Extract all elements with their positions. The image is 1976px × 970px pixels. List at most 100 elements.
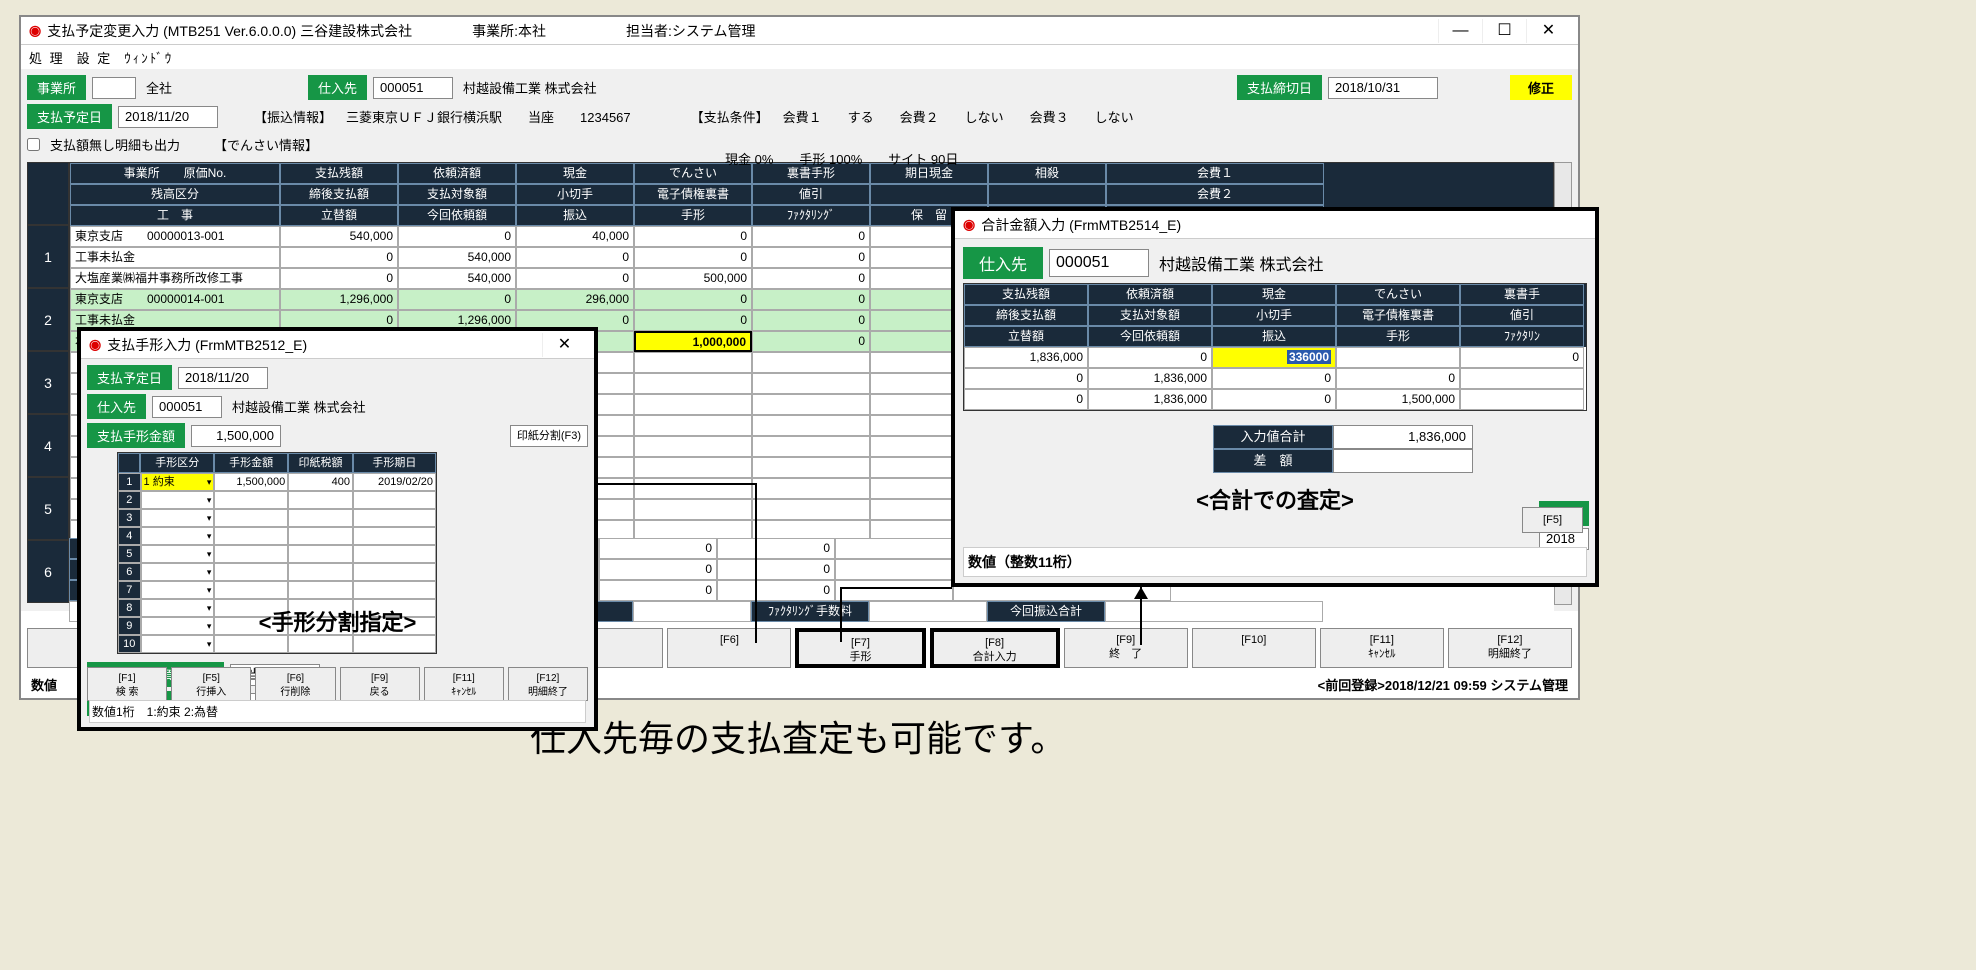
pop1-cell[interactable] xyxy=(353,581,436,599)
pop1-fkey[interactable]: [F1]検 索 xyxy=(87,667,167,701)
deadline-field[interactable]: 2018/10/31 xyxy=(1328,77,1438,99)
pop1-cell[interactable] xyxy=(141,581,215,599)
grid-cell[interactable]: 大塩産業㈱福井事務所改修工事 xyxy=(70,268,280,289)
grid-cell[interactable] xyxy=(634,478,752,499)
fkey-button[interactable]: [F12]明細終了 xyxy=(1448,628,1572,668)
maximize-button[interactable]: ☐ xyxy=(1482,19,1526,43)
pop1-cell[interactable] xyxy=(141,527,215,545)
pop1-cell[interactable]: 1 約束 xyxy=(141,473,215,491)
grid-cell[interactable]: 1,000,000 xyxy=(634,331,752,352)
grid-cell[interactable] xyxy=(634,373,752,394)
pop1-cell[interactable] xyxy=(288,581,353,599)
grid-cell[interactable]: 0 xyxy=(752,268,870,289)
pop1-cell[interactable] xyxy=(214,527,288,545)
pop2-cell[interactable]: 0 xyxy=(1088,347,1212,368)
pop2-cell[interactable]: 0 xyxy=(964,389,1088,410)
grid-cell[interactable]: 500,000 xyxy=(634,268,752,289)
pop1-cell[interactable] xyxy=(214,581,288,599)
pop1-cell[interactable] xyxy=(288,527,353,545)
grid-cell[interactable]: 0 xyxy=(752,310,870,331)
pop1-fkey[interactable]: [F6]行削除 xyxy=(255,667,335,701)
office-field[interactable] xyxy=(92,77,136,99)
pop2-cell[interactable]: 0 xyxy=(1460,347,1584,368)
pop2-f5-button[interactable]: [F5] xyxy=(1522,507,1583,533)
grid-cell[interactable]: 0 xyxy=(752,331,870,352)
grid-cell[interactable] xyxy=(752,478,870,499)
grid-cell[interactable]: 0 xyxy=(634,310,752,331)
grid-cell[interactable]: 0 xyxy=(634,289,752,310)
pop1-cell[interactable] xyxy=(141,563,215,581)
fkey-button[interactable]: [F6] xyxy=(667,628,791,668)
grid-cell[interactable] xyxy=(634,457,752,478)
grid-cell[interactable] xyxy=(752,457,870,478)
pop1-cell[interactable] xyxy=(288,563,353,581)
grid-cell[interactable]: 540,000 xyxy=(398,268,516,289)
pop1-cell[interactable] xyxy=(214,491,288,509)
minimize-button[interactable]: — xyxy=(1438,19,1482,43)
grid-cell[interactable]: 540,000 xyxy=(280,226,398,247)
row-number[interactable]: 4 xyxy=(27,414,69,477)
grid-cell[interactable] xyxy=(752,499,870,520)
pop1-sup-code[interactable]: 000051 xyxy=(152,396,222,418)
grid-cell[interactable] xyxy=(634,352,752,373)
grid-cell[interactable]: 0 xyxy=(752,247,870,268)
grid-cell[interactable]: 0 xyxy=(516,247,634,268)
pop1-cell[interactable] xyxy=(214,635,288,653)
pop1-cell[interactable]: 400 xyxy=(288,473,353,491)
grid-cell[interactable]: 0 xyxy=(634,226,752,247)
pop1-cell[interactable] xyxy=(288,545,353,563)
pop2-cell[interactable]: 1,836,000 xyxy=(1088,389,1212,410)
grid-cell[interactable] xyxy=(634,394,752,415)
pop1-cell[interactable] xyxy=(353,563,436,581)
pop1-cell[interactable] xyxy=(353,635,436,653)
close-button[interactable]: ✕ xyxy=(1526,19,1570,43)
grid-cell[interactable] xyxy=(752,373,870,394)
pop1-cell[interactable] xyxy=(288,635,353,653)
fkey-button[interactable]: [F9]終 了 xyxy=(1064,628,1188,668)
menu-process[interactable]: 処 理 xyxy=(29,48,65,67)
supplier-code[interactable]: 000051 xyxy=(373,77,453,99)
pop1-cell[interactable] xyxy=(141,491,215,509)
grid-cell[interactable] xyxy=(752,415,870,436)
grid-cell[interactable] xyxy=(634,436,752,457)
pop1-fkey[interactable]: [F11]ｷｬﾝｾﾙ xyxy=(424,667,504,701)
fkey-button[interactable]: [F7]手形 xyxy=(795,628,925,668)
pop2-cell[interactable]: 0 xyxy=(1212,368,1336,389)
pop1-cell[interactable] xyxy=(288,491,353,509)
row-number[interactable]: 5 xyxy=(27,477,69,540)
row-number[interactable]: 3 xyxy=(27,351,69,414)
grid-cell[interactable]: 0 xyxy=(752,289,870,310)
fkey-button[interactable]: [F11]ｷｬﾝｾﾙ xyxy=(1320,628,1444,668)
grid-cell[interactable]: 0 xyxy=(398,289,516,310)
grid-cell[interactable]: 0 xyxy=(752,226,870,247)
grid-cell[interactable]: 0 xyxy=(280,247,398,268)
pop1-split-button[interactable]: 印紙分割(F3) xyxy=(510,425,588,447)
pop1-cell[interactable] xyxy=(353,527,436,545)
pop1-fkey[interactable]: [F12]明細終了 xyxy=(508,667,588,701)
pop1-cell[interactable] xyxy=(141,545,215,563)
grid-cell[interactable]: 工事未払金 xyxy=(70,247,280,268)
pop1-close[interactable]: ✕ xyxy=(542,333,586,357)
edit-button[interactable]: 修正 xyxy=(1510,75,1572,100)
pop2-cell[interactable]: 1,836,000 xyxy=(964,347,1088,368)
pop1-cell[interactable] xyxy=(141,509,215,527)
pop1-cell[interactable] xyxy=(214,509,288,527)
row-number[interactable]: 6 xyxy=(27,540,69,603)
grid-cell[interactable]: 0 xyxy=(280,268,398,289)
grid-cell[interactable]: 0 xyxy=(398,226,516,247)
pop1-amt[interactable]: 1,500,000 xyxy=(191,425,281,447)
menu-settings[interactable]: 設 定 xyxy=(77,48,113,67)
grid-cell[interactable]: 296,000 xyxy=(516,289,634,310)
grid-cell[interactable]: 540,000 xyxy=(398,247,516,268)
pop1-fkey[interactable]: [F9]戻る xyxy=(340,667,420,701)
pop2-cell[interactable]: 336000 xyxy=(1212,347,1336,368)
grid-cell[interactable]: 40,000 xyxy=(516,226,634,247)
pop2-cell[interactable]: 0 xyxy=(1212,389,1336,410)
grid-cell[interactable] xyxy=(752,436,870,457)
pop1-cell[interactable] xyxy=(288,509,353,527)
pop2-cell[interactable]: 0 xyxy=(1336,368,1460,389)
pop2-cell[interactable] xyxy=(1460,368,1584,389)
fkey-button[interactable]: [F10] xyxy=(1192,628,1316,668)
zero-detail-checkbox[interactable] xyxy=(27,138,40,151)
pop1-fkey[interactable]: [F5]行挿入 xyxy=(171,667,251,701)
